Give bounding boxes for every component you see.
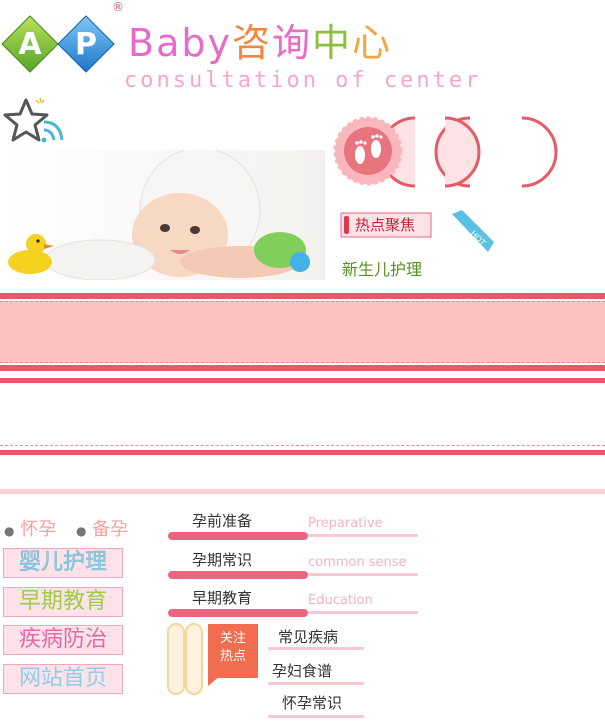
baby-photo-image bbox=[0, 150, 325, 280]
hot-ribbon-icon: HOT bbox=[452, 210, 494, 252]
sidebar-item-early-education[interactable]: 早期教育 bbox=[3, 587, 123, 617]
logo-title: Baby咨询中心 bbox=[128, 12, 392, 67]
tag-pointer-icon bbox=[208, 676, 220, 686]
logo-badge-letter-a: A bbox=[18, 27, 42, 62]
focus-hot-tag: 关注 热点 bbox=[208, 624, 258, 678]
paw-icon: ● bbox=[75, 524, 87, 538]
logo-title-char: 询 bbox=[271, 21, 312, 65]
logo-title-char: 心 bbox=[352, 21, 393, 65]
divider-light-line bbox=[0, 489, 605, 494]
footprint-bubbles-decoration bbox=[333, 116, 558, 188]
focus-line bbox=[268, 682, 364, 685]
favorite-star-icon[interactable] bbox=[0, 96, 65, 148]
logo-badge-letter-p: P bbox=[75, 27, 97, 62]
tab-line bbox=[308, 534, 418, 537]
logo-title-char: 中 bbox=[312, 21, 353, 65]
divider-line bbox=[0, 378, 605, 383]
tab-english-label: common sense bbox=[308, 555, 407, 570]
focus-tag-line: 关注 bbox=[219, 631, 246, 646]
tab-label: 早期教育 bbox=[192, 589, 253, 607]
paw-icon: ● bbox=[4, 524, 15, 538]
tab-underline bbox=[168, 532, 308, 540]
focus-link-pregnancy-knowledge[interactable]: 怀孕常识 bbox=[282, 692, 342, 713]
hot-newborn-care-link[interactable]: 新生儿护理 bbox=[342, 256, 422, 280]
tab-preparation[interactable]: 孕前准备 Preparative bbox=[168, 510, 428, 544]
sidebar-item-disease-prevention[interactable]: 疾病防治 bbox=[3, 625, 123, 655]
band-border-bottom bbox=[0, 365, 605, 371]
tab-line bbox=[308, 611, 418, 614]
divider-line bbox=[0, 450, 605, 455]
tab-underline bbox=[168, 571, 308, 579]
sidebar-item-home[interactable]: 网站首页 bbox=[3, 664, 123, 694]
logo-title-char: 咨 bbox=[231, 21, 272, 65]
logo-subtitle: consultation of center bbox=[124, 68, 482, 93]
site-logo[interactable]: A P ® Baby咨询中心 consultation of center bbox=[0, 0, 605, 100]
tab-label: 孕期常识 bbox=[192, 551, 253, 569]
tab-early-education[interactable]: 早期教育 Education bbox=[168, 587, 428, 621]
logo-badge-icon: A P bbox=[1, 15, 115, 73]
focus-link-common-diseases[interactable]: 常见疾病 bbox=[278, 626, 338, 647]
band-border-top bbox=[0, 293, 605, 299]
tab-underline bbox=[168, 609, 308, 617]
sidebar-header-prepare[interactable]: 备孕 bbox=[92, 519, 128, 540]
focus-link-pregnancy-recipes[interactable]: 孕妇食谱 bbox=[272, 660, 332, 681]
sidebar-header: ● 怀孕 ● 备孕 bbox=[4, 515, 128, 541]
focus-tag-line: 热点 bbox=[219, 649, 246, 664]
registered-mark: ® bbox=[112, 0, 124, 14]
tab-english-label: Preparative bbox=[308, 516, 383, 531]
sidebar-header-pregnancy[interactable]: 怀孕 bbox=[20, 519, 56, 540]
tab-english-label: Education bbox=[308, 593, 373, 608]
tab-pregnancy-knowledge[interactable]: 孕期常识 common sense bbox=[168, 549, 428, 583]
tab-line bbox=[308, 573, 418, 576]
sidebar-item-infant-care[interactable]: 婴儿护理 bbox=[3, 548, 123, 578]
focus-line bbox=[268, 715, 364, 718]
pink-content-band bbox=[0, 301, 605, 363]
dashed-divider bbox=[0, 445, 605, 446]
tab-label: 孕前准备 bbox=[192, 512, 253, 530]
bracket-decoration bbox=[167, 623, 203, 695]
hot-focus-label: 热点聚焦 bbox=[355, 216, 416, 234]
focus-line bbox=[268, 647, 364, 650]
logo-title-latin: Baby bbox=[128, 21, 232, 65]
